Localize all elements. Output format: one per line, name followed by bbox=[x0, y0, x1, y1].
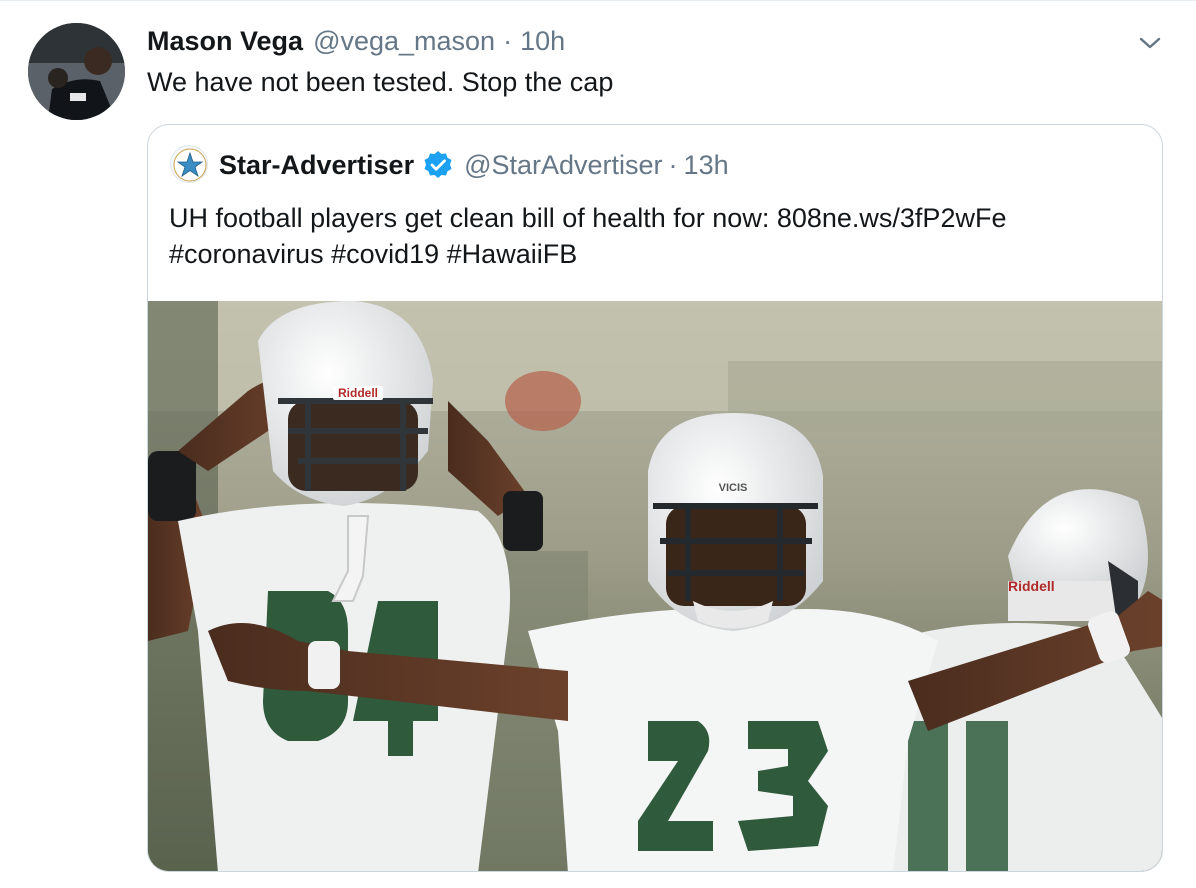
quoted-tweet-header: Star-Advertiser @StarAdvertiser · 13h bbox=[219, 147, 729, 183]
quoted-text-line: UH football players get clean bill of he… bbox=[169, 203, 1007, 233]
quoted-author-handle[interactable]: @StarAdvertiser bbox=[464, 150, 662, 181]
verified-badge-icon bbox=[422, 149, 454, 181]
tweet-header: Mason Vega @vega_mason · 10h bbox=[147, 26, 565, 60]
quoted-text-hashtags[interactable]: #coronavirus #covid19 #HawaiiFB bbox=[169, 236, 1149, 272]
star-logo-icon bbox=[173, 148, 207, 182]
quoted-tweet-photo[interactable]: 88 Riddell 84 Riddell bbox=[148, 301, 1162, 871]
tweet-card[interactable]: Mason Vega @vega_mason · 10h We have not… bbox=[0, 0, 1196, 888]
quoted-header-separator: · bbox=[668, 149, 678, 180]
header-separator: · bbox=[503, 26, 513, 56]
tweet-timestamp[interactable]: 10h bbox=[520, 26, 565, 57]
helmet-brand-left: Riddell bbox=[338, 386, 378, 400]
chevron-down-icon[interactable] bbox=[1134, 29, 1166, 57]
helmet-brand-right: Riddell bbox=[1008, 578, 1055, 594]
author-name[interactable]: Mason Vega bbox=[147, 26, 303, 57]
football-players-photo: 88 Riddell 84 Riddell bbox=[148, 301, 1162, 871]
tweet-text: We have not been tested. Stop the cap bbox=[147, 67, 614, 97]
user-avatar[interactable] bbox=[28, 23, 125, 120]
quoted-author-avatar[interactable] bbox=[170, 145, 208, 183]
quoted-author-name[interactable]: Star-Advertiser bbox=[219, 150, 414, 181]
author-handle[interactable]: @vega_mason bbox=[313, 26, 495, 57]
quoted-tweet-timestamp[interactable]: 13h bbox=[684, 150, 729, 181]
avatar-photo bbox=[28, 23, 125, 120]
quoted-tweet-text: UH football players get clean bill of he… bbox=[169, 200, 1149, 272]
quoted-tweet[interactable]: Star-Advertiser @StarAdvertiser · 13h UH… bbox=[147, 124, 1163, 872]
helmet-brand-center: VICIS bbox=[719, 482, 748, 494]
